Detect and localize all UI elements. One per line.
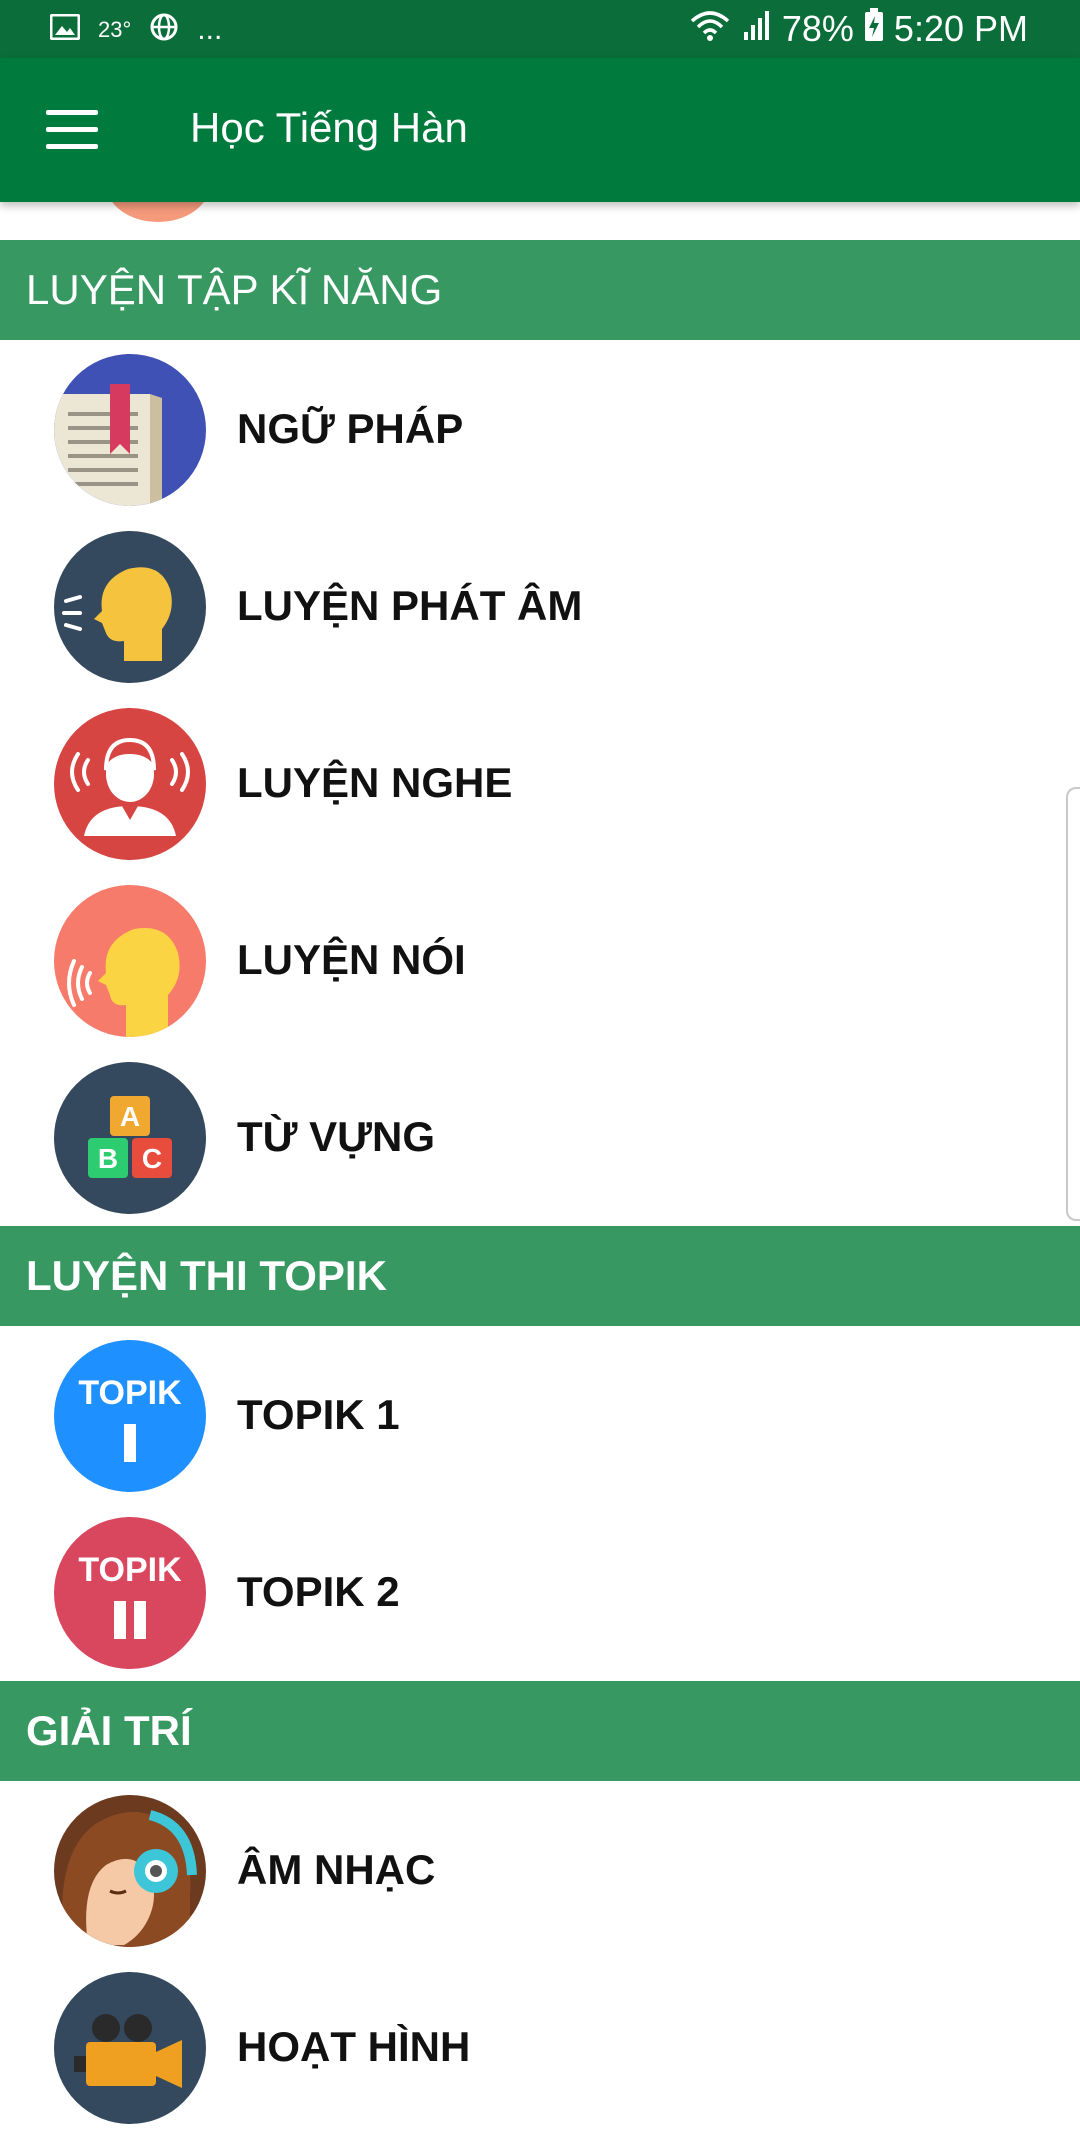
topik-icon-text: TOPIK	[78, 1374, 182, 1412]
block-letter-a: A	[120, 1101, 140, 1132]
list-item-label: ÂM NHẠC	[237, 1846, 436, 1893]
list-item-label: NGỮ PHÁP	[237, 405, 464, 452]
topik-icon-text: TOPIK	[78, 1551, 182, 1589]
signal-icon	[742, 8, 772, 51]
list-item-label: LUYỆN NGHE	[237, 759, 513, 806]
list-item-listening[interactable]: LUYỆN NGHE	[0, 694, 1080, 871]
block-letter-b: B	[98, 1143, 118, 1174]
list-item-label: HOẠT HÌNH	[237, 2023, 471, 2070]
list-item-label: TOPIK 2	[237, 1568, 400, 1615]
speaking-head-icon	[54, 885, 206, 1037]
gallery-notification-icon	[49, 13, 81, 46]
fast-scroll-handle[interactable]	[1066, 787, 1080, 1221]
app-title: Học Tiếng Hàn	[190, 104, 468, 151]
video-camera-icon	[54, 1972, 206, 2124]
list-item-music[interactable]: ÂM NHẠC	[0, 1781, 1080, 1958]
battery-percent-text: 78%	[781, 8, 854, 49]
music-headphones-girl-icon	[54, 1795, 206, 1947]
wifi-icon	[688, 7, 732, 52]
grammar-book-icon	[54, 354, 206, 506]
hamburger-menu-icon[interactable]	[46, 110, 98, 150]
list-item-vocabulary[interactable]: A B C TỪ VỰNG	[0, 1048, 1080, 1225]
more-notifications-text: ...	[197, 13, 223, 46]
main-list[interactable]: LUYỆN TẬP KĨ NĂNG NGỮ PHÁP LUYỆN PHÁT ÂM…	[0, 202, 1080, 2136]
app-bar: Học Tiếng Hàn	[0, 58, 1080, 202]
listening-person-icon	[54, 708, 206, 860]
clock-text: 5:20 PM	[893, 8, 1028, 49]
list-item-grammar[interactable]: NGỮ PHÁP	[0, 340, 1080, 517]
list-item-label: LUYỆN PHÁT ÂM	[237, 582, 583, 629]
status-bar: 23° ... 78% 5:20 PM	[0, 0, 1080, 58]
list-item-pronunciation[interactable]: LUYỆN PHÁT ÂM	[0, 517, 1080, 694]
pronunciation-speaking-head-icon	[54, 531, 206, 683]
list-item-label: TỪ VỰNG	[237, 1113, 436, 1160]
list-item-label: LUYỆN NÓI	[237, 936, 466, 983]
globe-icon	[149, 12, 179, 48]
list-item-label: TOPIK 1	[237, 1391, 400, 1438]
partial-icon	[106, 202, 210, 222]
list-item-speaking[interactable]: LUYỆN NÓI	[0, 871, 1080, 1048]
topik-2-icon: TOPIK	[54, 1517, 206, 1669]
battery-charging-icon	[864, 7, 884, 51]
list-item-cartoon[interactable]: HOẠT HÌNH	[0, 1958, 1080, 2135]
section-header-topik: LUYỆN THI TOPIK	[0, 1226, 1080, 1326]
block-letter-c: C	[142, 1143, 162, 1174]
list-item-topik-2[interactable]: TOPIK TOPIK 2	[0, 1503, 1080, 1680]
temperature-text: 23°	[98, 17, 132, 42]
abc-blocks-icon: A B C	[54, 1062, 206, 1214]
section-header-entertainment: GIẢI TRÍ	[0, 1681, 1080, 1781]
list-item-topik-1[interactable]: TOPIK TOPIK 1	[0, 1326, 1080, 1503]
topik-1-icon: TOPIK	[54, 1340, 206, 1492]
section-header-skills: LUYỆN TẬP KĨ NĂNG	[0, 240, 1080, 340]
